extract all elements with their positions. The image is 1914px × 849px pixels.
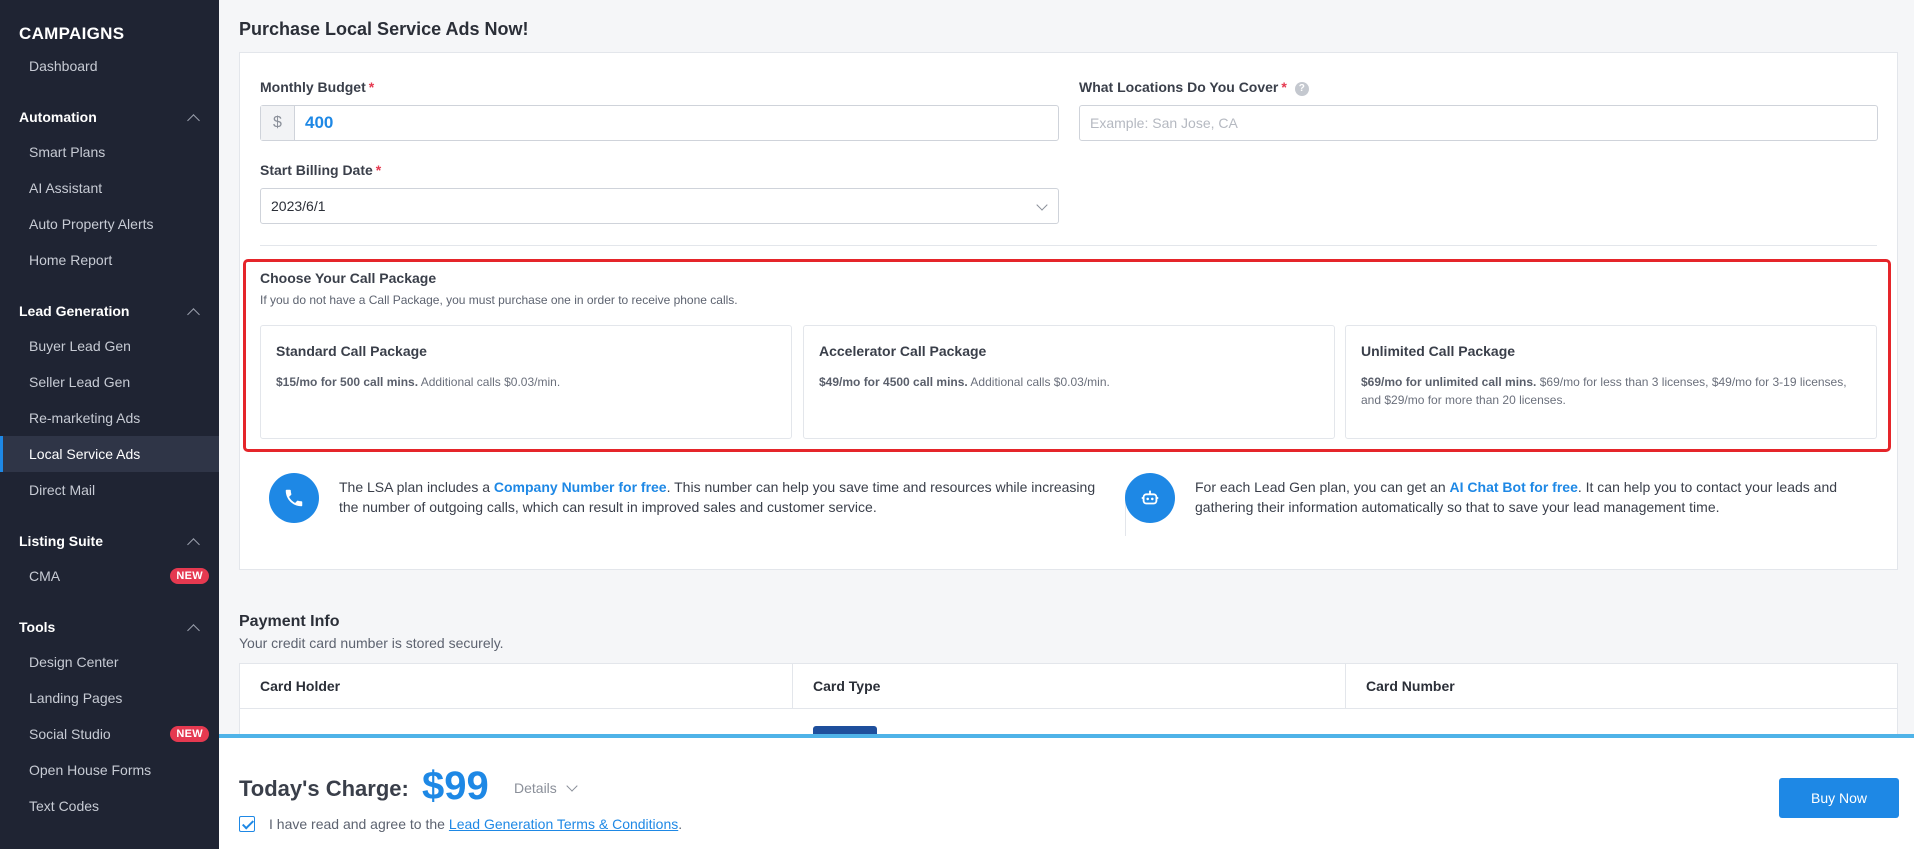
divider (260, 245, 1877, 246)
standard-package-option[interactable]: Standard Call Package $15/mo for 500 cal… (260, 325, 792, 439)
robot-icon (1125, 473, 1175, 523)
promo-highlight: Company Number for free (493, 479, 667, 495)
currency-prefix: $ (261, 106, 295, 140)
column-card-type: Card Type (793, 664, 1346, 708)
terms-checkbox[interactable] (239, 816, 255, 832)
ai-chatbot-promo: For each Lead Gen plan, you can get an A… (1125, 473, 1885, 543)
package-name: Standard Call Package (276, 343, 427, 359)
promo-text: The LSA plan includes a Company Number f… (339, 477, 1099, 517)
chevron-up-icon (187, 624, 200, 637)
todays-charge-label: Today's Charge: (239, 776, 409, 801)
page-title: Purchase Local Service Ads Now! (239, 19, 529, 39)
terms-end: . (678, 816, 683, 832)
help-icon[interactable]: ? (1294, 82, 1309, 96)
package-price: $15/mo for 500 call mins. (276, 375, 419, 389)
chevron-up-icon (187, 308, 200, 321)
sidebar-item-auto-property-alerts[interactable]: Auto Property Alerts (0, 206, 219, 242)
package-detail: Additional calls $0.03/min. (967, 375, 1110, 389)
chevron-down-icon[interactable] (566, 780, 578, 792)
sidebar-item-label: CMA (29, 568, 61, 584)
call-package-title: Choose Your Call Package (260, 270, 437, 286)
promo-text-pre: The LSA plan includes a (339, 479, 494, 495)
required-mark: * (368, 79, 375, 95)
sidebar: CAMPAIGNS Dashboard Automation Smart Pla… (0, 0, 219, 849)
sidebar-item-design-center[interactable]: Design Center (0, 644, 219, 680)
sidebar-section-label: Tools (19, 619, 56, 635)
package-detail: Additional calls $0.03/min. (418, 375, 561, 389)
location-label: What Locations Do You Cover *? (1079, 79, 1309, 96)
todays-charge-amount: $99 (422, 764, 489, 808)
sidebar-section-automation[interactable]: Automation (0, 84, 219, 134)
table-header-divider (240, 708, 1897, 709)
payment-info-subtitle: Your credit card number is stored secure… (239, 635, 504, 651)
promo-highlight: AI Chat Bot for free (1449, 479, 1578, 495)
terms-agreement: I have read and agree to the Lead Genera… (239, 816, 682, 832)
promo-text-pre: For each Lead Gen plan, you can get an (1195, 479, 1450, 495)
sidebar-item-buyer-lead-gen[interactable]: Buyer Lead Gen (0, 328, 219, 364)
sidebar-item-social-studio[interactable]: Social Studio NEW (0, 716, 219, 752)
budget-label: Monthly Budget * (260, 79, 374, 95)
chevron-up-icon (187, 114, 200, 127)
sidebar-section-label: Automation (19, 109, 97, 125)
sidebar-section-listing-suite[interactable]: Listing Suite (0, 508, 219, 558)
terms-link[interactable]: Lead Generation Terms & Conditions (449, 816, 678, 832)
required-mark: * (375, 162, 382, 178)
promo-text: For each Lead Gen plan, you can get an A… (1195, 477, 1885, 517)
location-label-text: What Locations Do You Cover (1079, 79, 1279, 95)
sidebar-section-lead-generation[interactable]: Lead Generation (0, 278, 219, 328)
chevron-up-icon (187, 538, 200, 551)
budget-label-text: Monthly Budget (260, 79, 366, 95)
package-description: $15/mo for 500 call mins. Additional cal… (276, 373, 776, 391)
call-package-subtitle: If you do not have a Call Package, you m… (260, 293, 738, 307)
billing-date-select[interactable]: 2023/6/1 (260, 188, 1059, 224)
package-description: $49/mo for 4500 call mins. Additional ca… (819, 373, 1319, 391)
sidebar-item-open-house-forms[interactable]: Open House Forms (0, 752, 219, 788)
package-price: $49/mo for 4500 call mins. (819, 375, 968, 389)
payment-info-title: Payment Info (239, 613, 340, 630)
details-toggle[interactable]: Details (514, 780, 557, 796)
accelerator-package-option[interactable]: Accelerator Call Package $49/mo for 4500… (803, 325, 1335, 439)
date-label-text: Start Billing Date (260, 162, 373, 178)
company-number-promo: The LSA plan includes a Company Number f… (269, 473, 1099, 543)
buy-now-button[interactable]: Buy Now (1779, 778, 1899, 818)
date-label: Start Billing Date * (260, 162, 381, 178)
sidebar-item-home-report[interactable]: Home Report (0, 242, 219, 278)
sidebar-item-cma[interactable]: CMA NEW (0, 558, 219, 594)
billing-date-value: 2023/6/1 (271, 198, 326, 214)
call-package-section: Choose Your Call Package If you do not h… (243, 259, 1891, 452)
required-mark: * (1281, 79, 1287, 95)
location-input[interactable] (1079, 105, 1878, 141)
sidebar-section-tools[interactable]: Tools (0, 594, 219, 644)
package-name: Unlimited Call Package (1361, 343, 1516, 359)
sidebar-item-remarketing-ads[interactable]: Re-marketing Ads (0, 400, 219, 436)
sidebar-item-ai-assistant[interactable]: AI Assistant (0, 170, 219, 206)
sidebar-item-local-service-ads[interactable]: Local Service Ads (0, 436, 219, 472)
terms-text: I have read and agree to the (269, 816, 445, 832)
new-badge: NEW (170, 726, 209, 742)
sidebar-item-landing-pages[interactable]: Landing Pages (0, 680, 219, 716)
column-card-number: Card Number (1366, 678, 1455, 694)
column-card-holder: Card Holder (240, 664, 793, 708)
sidebar-section-label: Listing Suite (19, 533, 103, 549)
new-badge: NEW (170, 568, 209, 584)
sidebar-item-smart-plans[interactable]: Smart Plans (0, 134, 219, 170)
sidebar-item-direct-mail[interactable]: Direct Mail (0, 472, 219, 508)
purchase-form-card: Monthly Budget * $ 400 What Locations Do … (239, 52, 1898, 570)
sidebar-item-text-codes[interactable]: Text Codes (0, 788, 219, 824)
package-name: Accelerator Call Package (819, 343, 987, 359)
sidebar-item-seller-lead-gen[interactable]: Seller Lead Gen (0, 364, 219, 400)
main-content: Purchase Local Service Ads Now! Monthly … (219, 0, 1914, 849)
sidebar-item-label: Social Studio (29, 726, 111, 742)
budget-input[interactable]: 400 (295, 106, 1058, 140)
sidebar-title: CAMPAIGNS (19, 24, 125, 43)
unlimited-package-option[interactable]: Unlimited Call Package $69/mo for unlimi… (1345, 325, 1877, 439)
package-price: $69/mo for unlimited call mins. (1361, 375, 1537, 389)
chevron-down-icon (1036, 199, 1048, 211)
sidebar-item-dashboard[interactable]: Dashboard (0, 48, 219, 84)
checkout-footer: Today's Charge: $99 Details I have read … (219, 734, 1914, 849)
package-description: $69/mo for unlimited call mins. $69/mo f… (1361, 373, 1861, 409)
sidebar-section-label: Lead Generation (19, 303, 130, 319)
budget-input-group[interactable]: $ 400 (260, 105, 1059, 141)
phone-icon (269, 473, 319, 523)
